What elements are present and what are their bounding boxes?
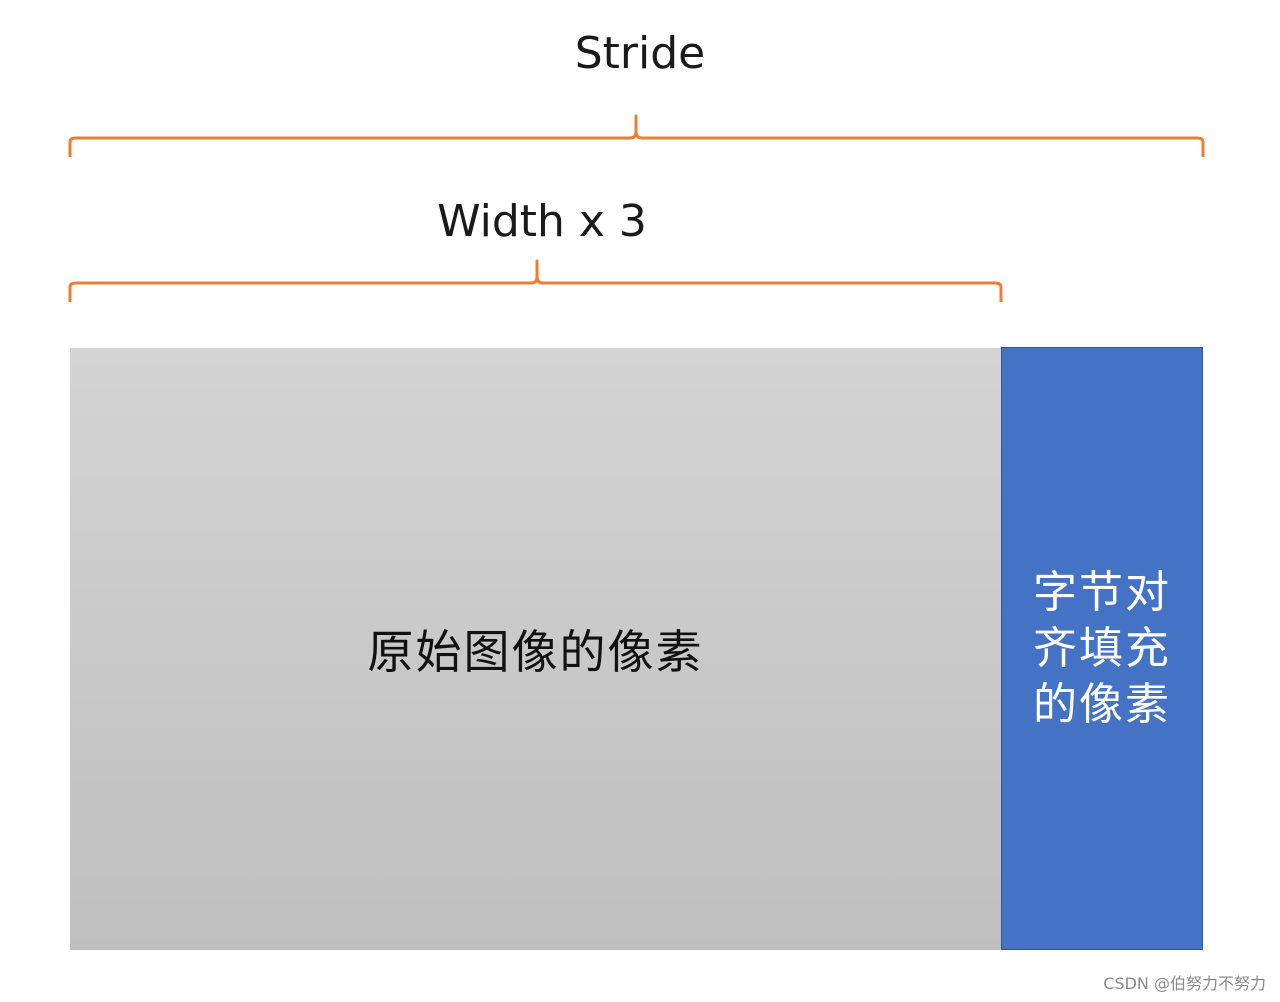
width-brace — [68, 259, 1003, 302]
original-pixels-label: 原始图像的像素 — [367, 625, 704, 679]
padding-pixels-label: 字节对齐填充的像素 — [1033, 566, 1171, 730]
padding-pixels-block: 字节对齐填充的像素 — [1001, 347, 1203, 950]
watermark: CSDN @伯努力不努力 — [1103, 974, 1266, 993]
stride-brace — [68, 114, 1205, 157]
original-pixels-block: 原始图像的像素 — [70, 348, 1001, 950]
